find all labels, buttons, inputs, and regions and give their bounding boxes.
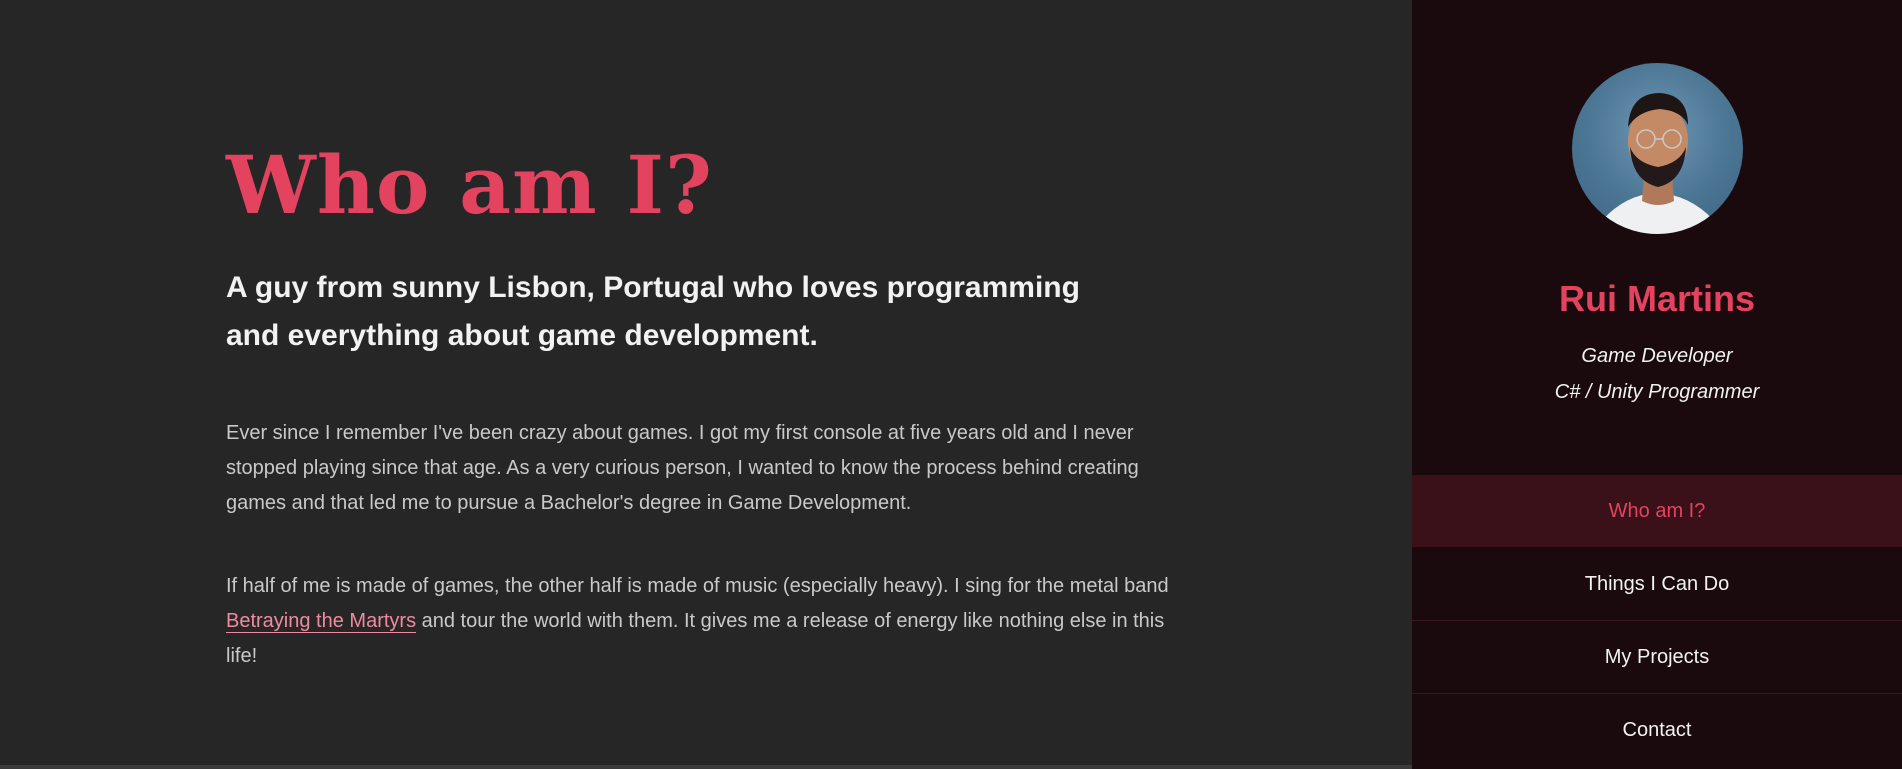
band-link[interactable]: Betraying the Martyrs [226, 610, 417, 633]
profile-name: Rui Martins [1558, 278, 1755, 319]
profile-role-primary: Game Developer [1581, 345, 1733, 367]
page-title: Who am I? [226, 138, 713, 232]
profile-role-secondary: C# / Unity Programmer [1554, 381, 1760, 403]
avatar [1572, 63, 1743, 234]
paragraph-text-before: If half of me is made of games, the othe… [226, 575, 1169, 597]
nav-item-my-projects[interactable]: My Projects [1412, 621, 1902, 694]
sidebar-nav: Who am I? Things I Can Do My Projects Co… [1412, 475, 1902, 767]
bottom-divider [0, 765, 1412, 769]
nav-item-things-i-can-do[interactable]: Things I Can Do [1412, 548, 1902, 621]
about-paragraph-music: If half of me is made of games, the othe… [226, 569, 1186, 674]
profile-photo-icon [1592, 93, 1724, 234]
about-paragraph-games: Ever since I remember I've been crazy ab… [226, 422, 1139, 514]
nav-item-who-am-i[interactable]: Who am I? [1412, 475, 1902, 548]
sidebar: Rui Martins Game Developer C# / Unity Pr… [1412, 0, 1902, 769]
about-section: Who am I? A guy from sunny Lisbon, Portu… [226, 140, 1186, 674]
main-content-area: Who am I? A guy from sunny Lisbon, Portu… [0, 0, 1412, 765]
page-subtitle: A guy from sunny Lisbon, Portugal who lo… [226, 271, 1080, 352]
nav-item-contact[interactable]: Contact [1412, 694, 1902, 767]
